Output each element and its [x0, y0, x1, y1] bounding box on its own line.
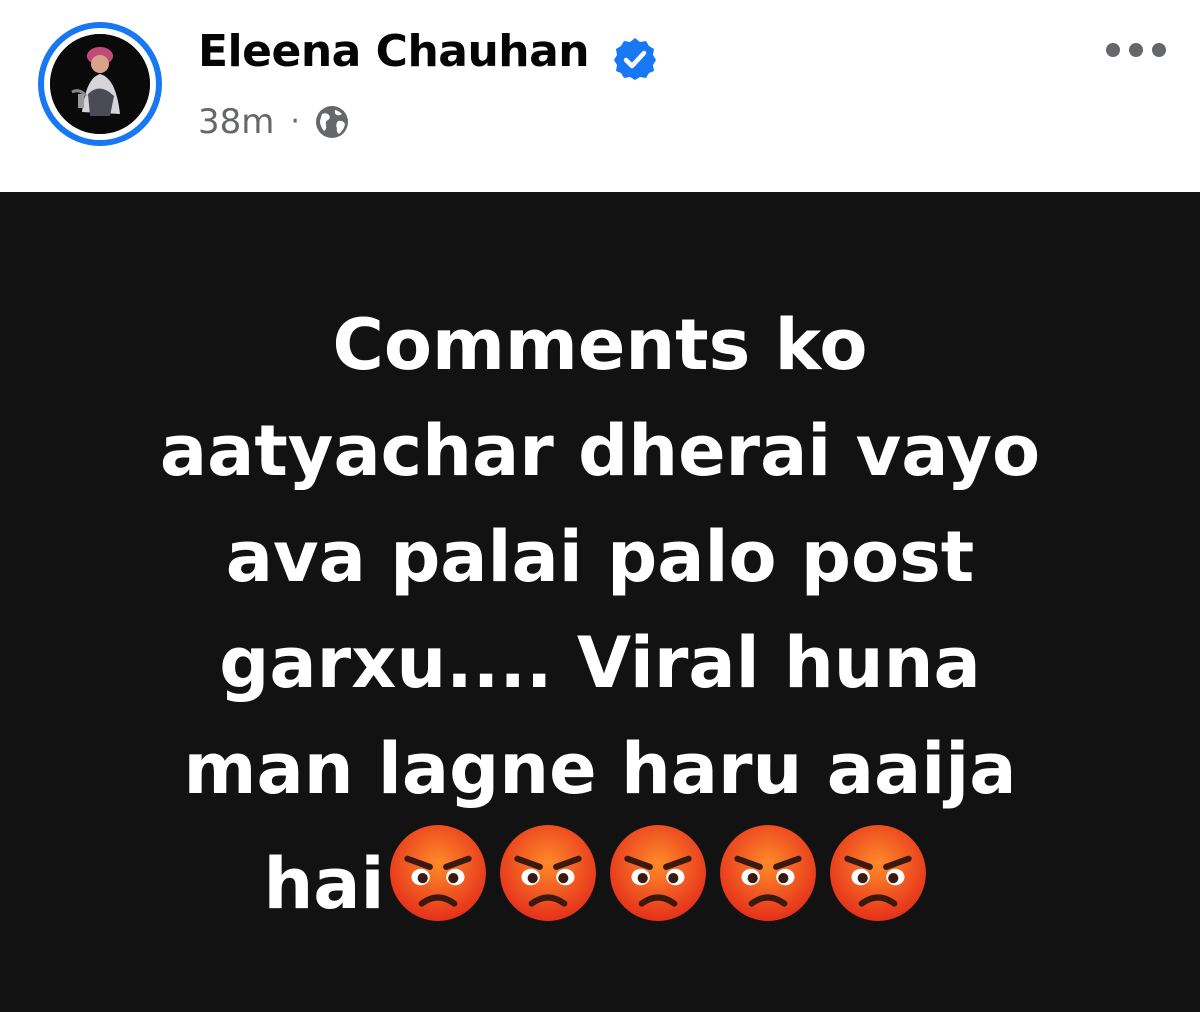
- angry-face-icon: [389, 825, 486, 921]
- post-text-line-last: hai: [60, 822, 1140, 937]
- avatar[interactable]: [50, 34, 150, 134]
- post-content-background: Comments ko aatyachar dherai vayo ava pa…: [0, 192, 1200, 1012]
- post-meta: 38m ·: [198, 98, 350, 146]
- post-timestamp[interactable]: 38m: [198, 102, 274, 142]
- post-text-line: garxu.... Viral huna: [219, 622, 981, 704]
- verified-badge-icon: [614, 38, 656, 80]
- post-text-line: man lagne haru aaija: [183, 728, 1017, 810]
- globe-icon[interactable]: [314, 104, 350, 140]
- angry-face-icon: [609, 825, 706, 921]
- post-text: Comments ko aatyachar dherai vayo ava pa…: [60, 292, 1140, 937]
- post-text-line: Comments ko: [332, 304, 868, 386]
- more-options-icon: [1106, 43, 1166, 57]
- avatar-photo: [50, 34, 150, 134]
- post-text-line: aatyachar dherai vayo: [159, 410, 1041, 492]
- more-options-button[interactable]: [1098, 30, 1174, 70]
- angry-face-icon: [829, 825, 926, 921]
- emoji-row: [387, 822, 937, 924]
- author-name[interactable]: Eleena Chauhan: [198, 26, 590, 77]
- post-header: Eleena Chauhan 38m ·: [0, 0, 1200, 192]
- post-text-word: hai: [263, 843, 385, 925]
- angry-face-icon: [719, 825, 816, 921]
- post-text-line: ava palai palo post: [225, 516, 975, 598]
- avatar-story-ring[interactable]: [38, 22, 162, 146]
- angry-face-icon: [499, 825, 596, 921]
- meta-separator: ·: [290, 104, 300, 139]
